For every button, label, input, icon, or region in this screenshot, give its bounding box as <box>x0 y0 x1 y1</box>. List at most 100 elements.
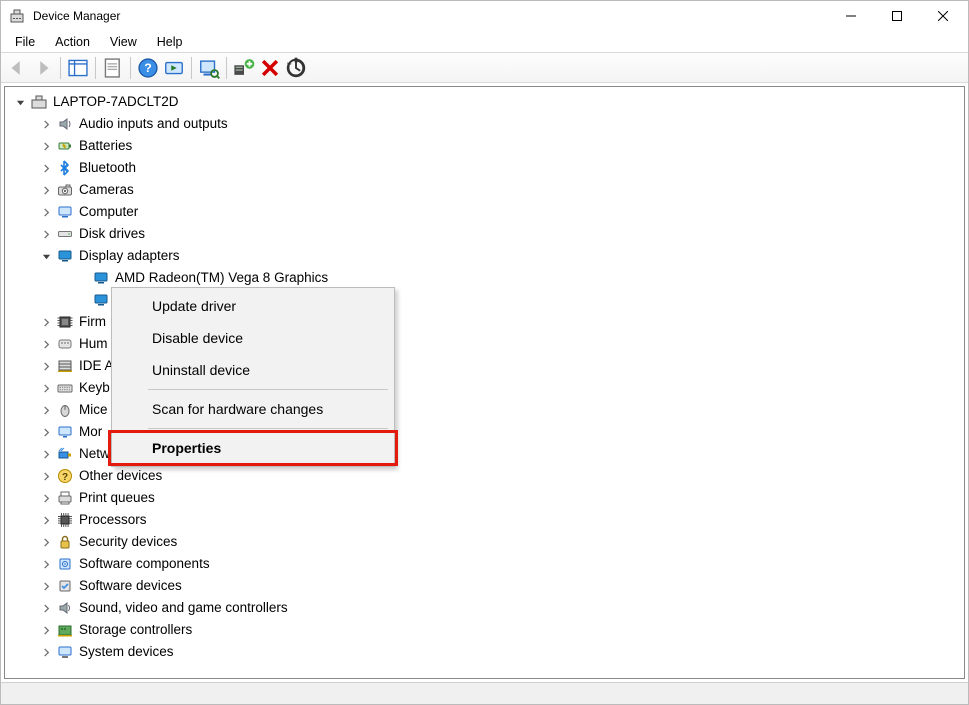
tree-category[interactable]: Processors <box>9 509 964 531</box>
context-menu: Update driverDisable deviceUninstall dev… <box>111 287 395 467</box>
menubar: File Action View Help <box>1 31 968 53</box>
maximize-button[interactable] <box>874 1 920 31</box>
chevron-down-icon[interactable] <box>13 95 27 109</box>
chevron-right-icon[interactable] <box>39 381 53 395</box>
context-menu-item[interactable]: Properties <box>114 432 392 464</box>
action-button[interactable] <box>162 56 186 80</box>
chevron-right-icon[interactable] <box>39 183 53 197</box>
menu-view[interactable]: View <box>100 33 147 51</box>
chevron-right-icon[interactable] <box>39 491 53 505</box>
show-hide-tree-button[interactable] <box>66 56 90 80</box>
tree-item-label: Other devices <box>77 465 164 487</box>
properties-button[interactable] <box>101 56 125 80</box>
disk-drive-icon <box>57 226 73 242</box>
tree-item-label: Disk drives <box>77 223 147 245</box>
software-component-icon <box>57 556 73 572</box>
computer-icon <box>57 204 73 220</box>
display-adapter-icon <box>93 292 109 308</box>
add-legacy-hardware-button[interactable] <box>232 56 256 80</box>
chevron-placeholder <box>75 271 89 285</box>
tree-item-label: Mor <box>77 421 104 443</box>
back-button[interactable] <box>5 56 29 80</box>
chevron-right-icon[interactable] <box>39 579 53 593</box>
menu-help[interactable]: Help <box>147 33 193 51</box>
display-adapter-icon <box>93 270 109 286</box>
status-bar <box>1 682 968 704</box>
chevron-right-icon[interactable] <box>39 469 53 483</box>
chevron-right-icon[interactable] <box>39 425 53 439</box>
tree-category[interactable]: Audio inputs and outputs <box>9 113 964 135</box>
chevron-right-icon[interactable] <box>39 315 53 329</box>
chevron-right-icon[interactable] <box>39 447 53 461</box>
chevron-right-icon[interactable] <box>39 623 53 637</box>
chevron-down-icon[interactable] <box>39 249 53 263</box>
minimize-button[interactable] <box>828 1 874 31</box>
chevron-right-icon[interactable] <box>39 359 53 373</box>
window-titlebar: Device Manager <box>1 1 968 31</box>
tree-root[interactable]: LAPTOP-7ADCLT2D <box>9 91 964 113</box>
tree-item-label: Software devices <box>77 575 184 597</box>
tree-item-label: Keyb <box>77 377 112 399</box>
tree-item-label: Storage controllers <box>77 619 194 641</box>
context-menu-item[interactable]: Disable device <box>114 322 392 354</box>
tree-item-label: Mice <box>77 399 110 421</box>
chevron-right-icon[interactable] <box>39 161 53 175</box>
svg-text:?: ? <box>62 472 68 483</box>
chevron-right-icon[interactable] <box>39 117 53 131</box>
chevron-right-icon[interactable] <box>39 337 53 351</box>
help-button[interactable]: ? <box>136 56 160 80</box>
app-icon <box>9 8 25 24</box>
context-menu-item[interactable]: Update driver <box>114 290 392 322</box>
tree-item-label: Hum <box>77 333 110 355</box>
chevron-placeholder <box>75 293 89 307</box>
menu-action[interactable]: Action <box>45 33 100 51</box>
uninstall-button[interactable] <box>258 56 282 80</box>
chevron-right-icon[interactable] <box>39 205 53 219</box>
tree-category[interactable]: Print queues <box>9 487 964 509</box>
menu-file[interactable]: File <box>5 33 45 51</box>
chevron-right-icon[interactable] <box>39 513 53 527</box>
tree-item-label: Display adapters <box>77 245 182 267</box>
tree-item-label: Audio inputs and outputs <box>77 113 230 135</box>
software-device-icon <box>57 578 73 594</box>
processor-icon <box>57 512 73 528</box>
chevron-right-icon[interactable] <box>39 139 53 153</box>
context-menu-item[interactable]: Scan for hardware changes <box>114 393 392 425</box>
chevron-right-icon[interactable] <box>39 535 53 549</box>
tree-category[interactable]: Display adapters <box>9 245 964 267</box>
chevron-right-icon[interactable] <box>39 557 53 571</box>
storage-controller-icon <box>57 622 73 638</box>
tree-item-label: Bluetooth <box>77 157 138 179</box>
tree-category[interactable]: Storage controllers <box>9 619 964 641</box>
tree-category[interactable]: Cameras <box>9 179 964 201</box>
print-queue-icon <box>57 490 73 506</box>
tree-category[interactable]: Computer <box>9 201 964 223</box>
tree-category[interactable]: Disk drives <box>9 223 964 245</box>
update-driver-button[interactable] <box>284 56 308 80</box>
tree-item-label: IDE A <box>77 355 116 377</box>
window-title: Device Manager <box>33 9 120 23</box>
tree-category[interactable]: Software components <box>9 553 964 575</box>
tree-item-label: Sound, video and game controllers <box>77 597 290 619</box>
tree-category[interactable]: Batteries <box>9 135 964 157</box>
tree-category[interactable]: System devices <box>9 641 964 663</box>
tree-item-label: Processors <box>77 509 149 531</box>
chevron-right-icon[interactable] <box>39 601 53 615</box>
tree-item-label: Cameras <box>77 179 136 201</box>
tree-device[interactable]: AMD Radeon(TM) Vega 8 Graphics <box>9 267 964 289</box>
chevron-right-icon[interactable] <box>39 403 53 417</box>
tree-category[interactable]: Bluetooth <box>9 157 964 179</box>
tree-category[interactable]: Sound, video and game controllers <box>9 597 964 619</box>
tree-category[interactable]: Software devices <box>9 575 964 597</box>
close-button[interactable] <box>920 1 966 31</box>
tree-category[interactable]: ? Other devices <box>9 465 964 487</box>
context-menu-item[interactable]: Uninstall device <box>114 354 392 386</box>
tree-item-label: AMD Radeon(TM) Vega 8 Graphics <box>113 267 330 289</box>
network-adapter-icon <box>57 446 73 462</box>
chevron-right-icon[interactable] <box>39 645 53 659</box>
tree-category[interactable]: Security devices <box>9 531 964 553</box>
chevron-right-icon[interactable] <box>39 227 53 241</box>
forward-button[interactable] <box>31 56 55 80</box>
scan-hardware-button[interactable] <box>197 56 221 80</box>
other-device-icon: ? <box>57 468 73 484</box>
